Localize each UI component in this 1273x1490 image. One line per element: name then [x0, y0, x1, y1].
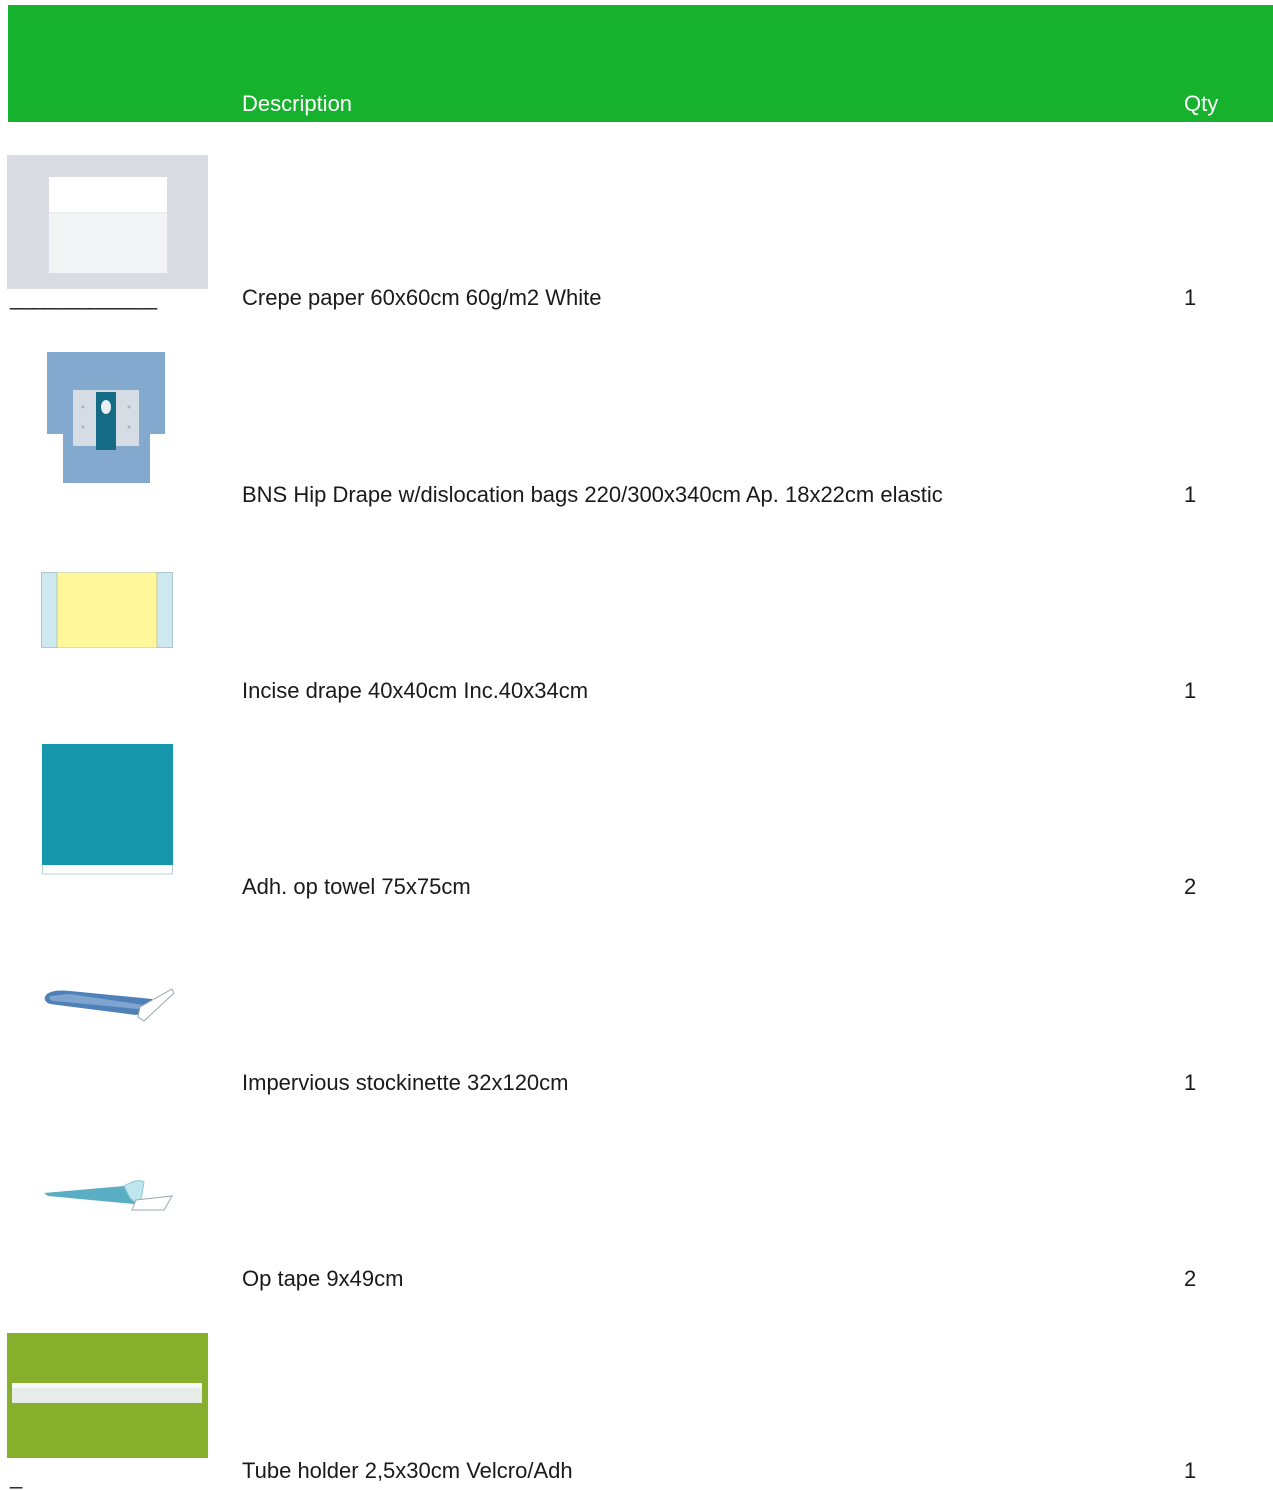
item-description: Crepe paper 60x60cm 60g/m2 White	[242, 285, 602, 310]
blue-stockinette-image	[44, 988, 175, 1022]
blue-hip-drape-image	[47, 352, 165, 483]
item-qty: 1	[1184, 1070, 1197, 1095]
light-blue-op-tape-image	[44, 1180, 173, 1211]
table-row: _ Tube holder 2,5x30cm Velcro/Adh 1	[0, 1333, 1273, 1489]
table-header: Description Qty	[8, 5, 1273, 122]
item-qty: 1	[1184, 285, 1197, 310]
item-qty: 1	[1184, 678, 1197, 703]
teal-op-towel-image	[42, 744, 173, 875]
separator-underline: _____________	[10, 285, 157, 310]
item-qty: 2	[1184, 1266, 1197, 1291]
white-crepe-paper-image	[7, 155, 208, 289]
item-qty: 2	[1184, 874, 1197, 899]
item-qty: 1	[1184, 482, 1197, 507]
table-row: Op tape 9x49cm 2	[0, 1136, 1273, 1291]
item-description: Adh. op towel 75x75cm	[242, 874, 471, 899]
yellow-incise-drape-image	[41, 572, 173, 648]
green-tube-holder-image	[7, 1333, 208, 1458]
item-description: Op tape 9x49cm	[242, 1266, 404, 1291]
table-row: Adh. op towel 75x75cm 2	[0, 744, 1273, 899]
item-qty: 1	[1184, 1458, 1197, 1483]
item-description: Impervious stockinette 32x120cm	[242, 1070, 569, 1095]
table-row: BNS Hip Drape w/dislocation bags 220/300…	[0, 352, 1273, 507]
table-row: _____________ Crepe paper 60x60cm 60g/m2…	[0, 155, 1273, 310]
item-description: BNS Hip Drape w/dislocation bags 220/300…	[242, 482, 943, 507]
table-row: Impervious stockinette 32x120cm 1	[0, 940, 1273, 1095]
item-description: Tube holder 2,5x30cm Velcro/Adh	[242, 1458, 573, 1483]
separator-underline: _	[10, 1464, 22, 1489]
table-row: Incise drape 40x40cm Inc.40x34cm 1	[0, 548, 1273, 703]
qty-column-header: Qty	[1184, 91, 1219, 116]
description-column-header: Description	[242, 91, 353, 116]
item-description: Incise drape 40x40cm Inc.40x34cm	[242, 678, 589, 703]
